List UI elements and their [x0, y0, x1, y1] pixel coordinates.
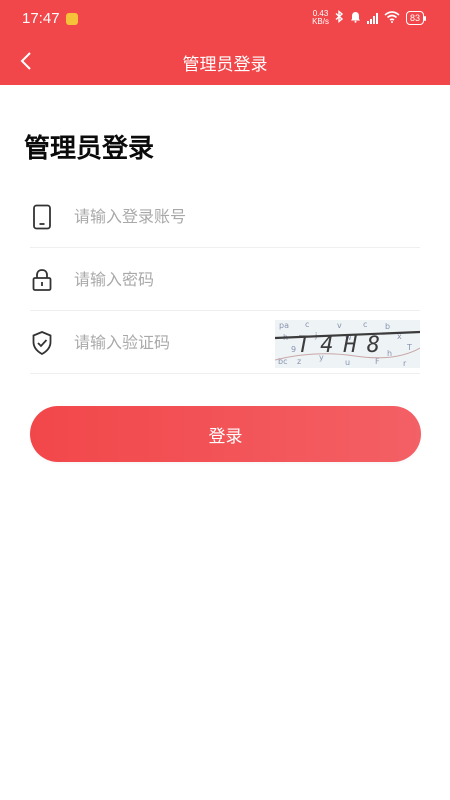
svg-text:u: u	[345, 358, 350, 367]
wifi-icon	[384, 10, 400, 26]
account-input[interactable]	[74, 207, 274, 226]
lock-icon	[30, 266, 54, 294]
app-notification-icon	[66, 13, 78, 25]
network-speed: 0.43 KB/s	[312, 10, 329, 26]
svg-text:pa: pa	[279, 321, 289, 330]
page-title: 管理员登录	[24, 134, 155, 164]
svg-text:c: c	[305, 320, 309, 329]
bluetooth-icon	[335, 10, 344, 26]
login-button[interactable]: 登录	[30, 406, 421, 462]
svg-text:F: F	[375, 357, 380, 366]
status-icons: 0.43 KB/s 83	[312, 10, 427, 26]
network-speed-unit: KB/s	[312, 17, 329, 26]
svg-text:v: v	[337, 321, 342, 330]
captcha-input[interactable]	[74, 333, 274, 352]
captcha-field: pacvcb hjwx bczyuFr 9hT T4H8	[30, 312, 420, 374]
svg-text:c: c	[363, 320, 367, 329]
shield-check-icon	[30, 329, 54, 357]
status-time: 17:47	[22, 10, 60, 27]
captcha-text: T4H8	[297, 333, 390, 358]
nav-bar: 管理员登录	[0, 38, 450, 85]
signal-icon	[366, 12, 378, 24]
svg-text:z: z	[297, 357, 301, 366]
battery-icon: 83	[405, 11, 427, 25]
svg-text:T: T	[406, 343, 412, 352]
header: 17:47 0.43 KB/s 83 管理员登录	[0, 0, 450, 85]
nav-title: 管理员登录	[182, 55, 268, 75]
account-field	[30, 186, 420, 248]
svg-text:b: b	[385, 322, 390, 331]
svg-text:9: 9	[291, 345, 296, 354]
password-input[interactable]	[74, 270, 274, 289]
password-field	[30, 249, 420, 311]
phone-icon	[30, 203, 54, 231]
bell-icon	[350, 11, 361, 26]
status-bar: 17:47 0.43 KB/s 83	[0, 0, 450, 38]
captcha-image[interactable]: pacvcb hjwx bczyuFr 9hT T4H8	[275, 320, 420, 368]
